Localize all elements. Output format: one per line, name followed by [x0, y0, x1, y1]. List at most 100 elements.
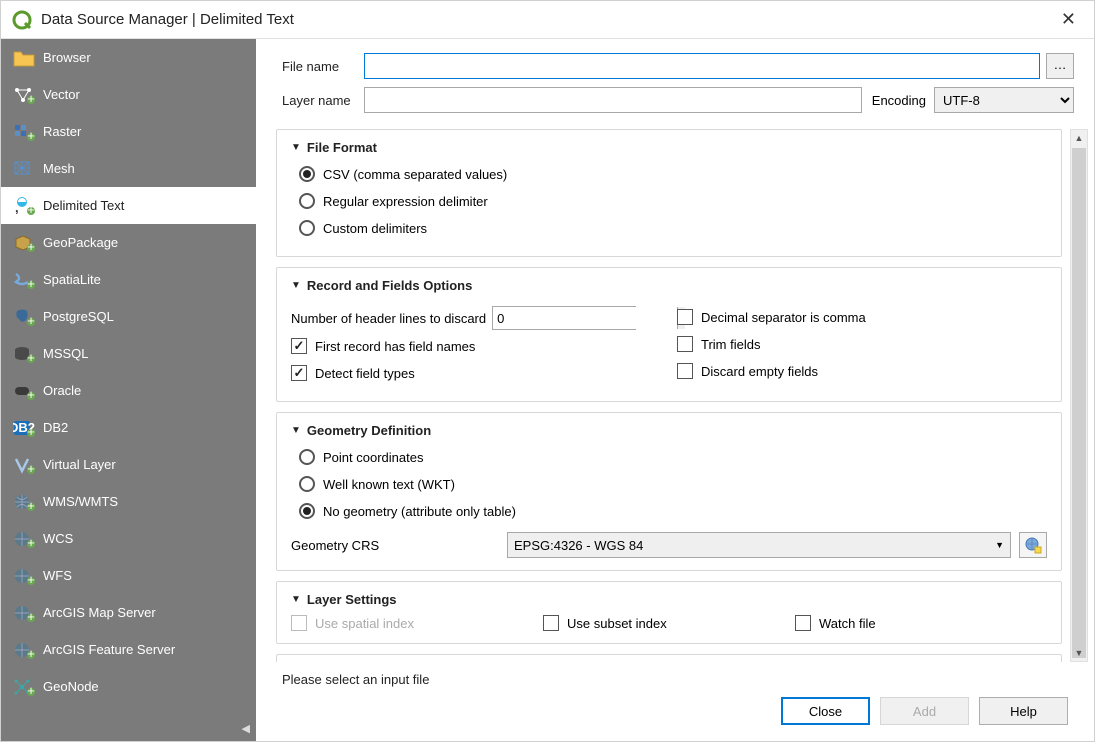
crs-picker-button[interactable] [1019, 532, 1047, 558]
sidebar-item-label: Delimited Text [43, 198, 124, 213]
close-icon[interactable]: ✕ [1053, 5, 1084, 34]
sidebar-item-postgresql[interactable]: +PostgreSQL [1, 298, 256, 335]
sidebar-item-browser[interactable]: Browser [1, 39, 256, 76]
help-button[interactable]: Help [979, 697, 1068, 725]
records-toggle[interactable]: ▼Record and Fields Options [291, 278, 1047, 293]
sidebar-item-label: DB2 [43, 420, 68, 435]
sidebar-item-label: ArcGIS Map Server [43, 605, 156, 620]
sidebar-item-wms[interactable]: +WMS/WMTS [1, 483, 256, 520]
sidebar-item-mssql[interactable]: + MSSQL [1, 335, 256, 372]
no-geometry-label: No geometry (attribute only table) [323, 504, 516, 519]
svg-text:+: + [27, 239, 35, 252]
wfs-icon: + [11, 565, 37, 587]
sidebar-item-spatialite[interactable]: +SpatiaLite [1, 261, 256, 298]
crs-label: Geometry CRS [291, 538, 507, 553]
first-record-label: First record has field names [315, 339, 475, 354]
status-text: Please select an input file [256, 666, 1094, 691]
sidebar-item-geonode[interactable]: +GeoNode [1, 668, 256, 705]
sidebar-item-label: MSSQL [43, 346, 89, 361]
header-lines-spinner[interactable]: ▲▼ [492, 306, 636, 330]
trim-label: Trim fields [701, 337, 760, 352]
encoding-select[interactable]: UTF-8 [934, 87, 1074, 113]
virtual-layer-icon: + [11, 454, 37, 476]
trim-checkbox[interactable] [677, 336, 693, 352]
detect-types-checkbox[interactable] [291, 365, 307, 381]
dialog-buttons: Close Add Help [256, 691, 1094, 741]
first-record-checkbox[interactable] [291, 338, 307, 354]
svg-text:+: + [27, 128, 35, 141]
sidebar-item-label: GeoNode [43, 679, 99, 694]
collapse-icon: ▼ [291, 425, 301, 436]
sidebar-item-label: Raster [43, 124, 81, 139]
point-label: Point coordinates [323, 450, 423, 465]
window-title: Data Source Manager | Delimited Text [41, 11, 1053, 28]
watch-file-checkbox[interactable] [795, 615, 811, 631]
sidebar-item-oracle[interactable]: +Oracle [1, 372, 256, 409]
arcgis-map-icon: + [11, 602, 37, 624]
csv-label: CSV (comma separated values) [323, 167, 507, 182]
spatial-index-checkbox [291, 615, 307, 631]
geometry-toggle[interactable]: ▼Geometry Definition [291, 423, 1047, 438]
sidebar-item-mesh[interactable]: Mesh [1, 150, 256, 187]
vertical-scrollbar[interactable]: ▲ ▼ [1070, 129, 1088, 662]
svg-text:+: + [27, 498, 35, 511]
layername-input[interactable] [364, 87, 862, 113]
filename-input[interactable] [364, 53, 1040, 79]
db2-icon: DB2+ [11, 417, 37, 439]
regex-radio[interactable] [299, 193, 315, 209]
svg-text:+: + [27, 572, 35, 585]
sidebar-item-wfs[interactable]: +WFS [1, 557, 256, 594]
sidebar-item-virtual-layer[interactable]: + Virtual Layer [1, 446, 256, 483]
sidebar-item-arcgis-map[interactable]: + ArcGIS Map Server [1, 594, 256, 631]
close-button[interactable]: Close [781, 697, 870, 725]
sidebar-item-label: WCS [43, 531, 73, 546]
sidebar-item-label: Vector [43, 87, 80, 102]
file-format-group: ▼File Format CSV (comma separated values… [276, 129, 1062, 257]
regex-label: Regular expression delimiter [323, 194, 488, 209]
chevron-down-icon: ▼ [995, 540, 1004, 550]
svg-text:+: + [27, 202, 35, 216]
svg-text:+: + [27, 424, 35, 437]
sidebar-item-db2[interactable]: DB2+ DB2 [1, 409, 256, 446]
custom-radio[interactable] [299, 220, 315, 236]
scroll-up-icon[interactable]: ▲ [1071, 130, 1087, 146]
svg-text:+: + [27, 313, 35, 326]
sidebar-item-wcs[interactable]: +WCS [1, 520, 256, 557]
sidebar-item-label: Browser [43, 50, 91, 65]
point-radio[interactable] [299, 449, 315, 465]
app-logo-icon [11, 9, 33, 31]
sidebar-item-vector[interactable]: + Vector [1, 76, 256, 113]
scroll-thumb[interactable] [1072, 148, 1086, 658]
sidebar-item-label: Virtual Layer [43, 457, 116, 472]
sidebar-item-raster[interactable]: + Raster [1, 113, 256, 150]
subset-index-checkbox[interactable] [543, 615, 559, 631]
sidebar-item-arcgis-feature[interactable]: + ArcGIS Feature Server [1, 631, 256, 668]
custom-label: Custom delimiters [323, 221, 427, 236]
spatialite-icon: + [11, 269, 37, 291]
crs-select[interactable]: EPSG:4326 - WGS 84▼ [507, 532, 1011, 558]
sidebar-collapse-icon[interactable]: ◀ [242, 722, 250, 735]
scroll-down-icon[interactable]: ▼ [1071, 645, 1087, 661]
decimal-comma-label: Decimal separator is comma [701, 310, 866, 325]
sidebar-item-geopackage[interactable]: + GeoPackage [1, 224, 256, 261]
geometry-group: ▼Geometry Definition Point coordinates W… [276, 412, 1062, 571]
svg-text:+: + [27, 91, 35, 104]
postgresql-icon: + [11, 306, 37, 328]
browse-button[interactable]: … [1046, 53, 1074, 79]
wkt-radio[interactable] [299, 476, 315, 492]
arcgis-feature-icon: + [11, 639, 37, 661]
discard-empty-label: Discard empty fields [701, 364, 818, 379]
sidebar-item-label: ArcGIS Feature Server [43, 642, 175, 657]
sidebar: Browser +Vector +Raster Mesh ,+Delimited… [1, 39, 256, 741]
sidebar-item-delimited-text[interactable]: ,+Delimited Text [1, 187, 256, 224]
no-geometry-radio[interactable] [299, 503, 315, 519]
mssql-icon: + [11, 343, 37, 365]
decimal-comma-checkbox[interactable] [677, 309, 693, 325]
collapse-icon: ▼ [291, 142, 301, 153]
csv-radio[interactable] [299, 166, 315, 182]
layer-settings-toggle[interactable]: ▼Layer Settings [291, 592, 1047, 607]
vector-icon: + [11, 84, 37, 106]
discard-empty-checkbox[interactable] [677, 363, 693, 379]
sidebar-item-label: GeoPackage [43, 235, 118, 250]
file-format-toggle[interactable]: ▼File Format [291, 140, 1047, 155]
